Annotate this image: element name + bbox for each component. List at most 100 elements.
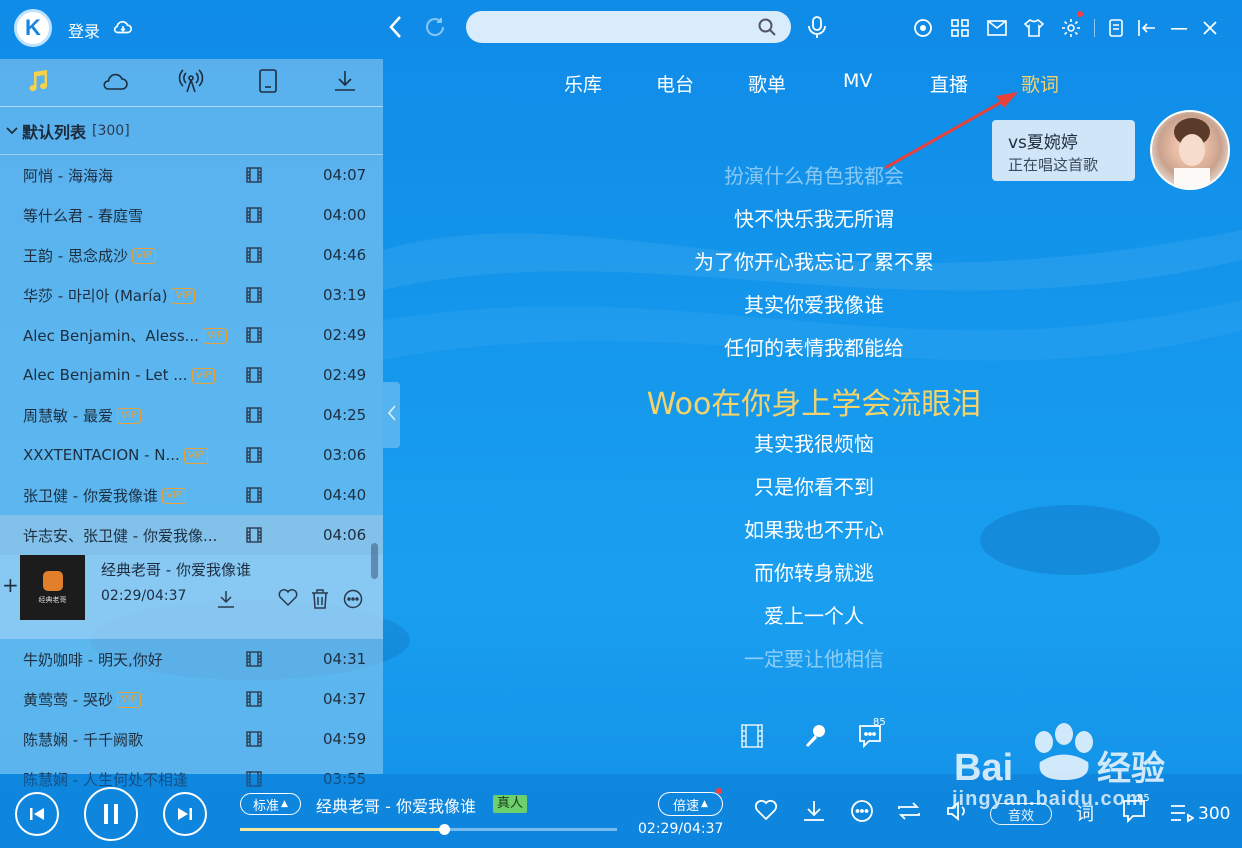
playlist-scrollbar[interactable] <box>371 543 378 579</box>
main-nav: 乐库 电台 歌单 MV 直播 歌词 <box>0 70 1242 100</box>
close-icon[interactable] <box>1195 16 1225 40</box>
like-heart-icon[interactable] <box>754 799 778 825</box>
tab-lyrics[interactable]: 歌词 <box>1021 70 1059 97</box>
mv-icon[interactable] <box>246 207 262 227</box>
lyric-line: 一定要让他相信 <box>744 647 884 671</box>
mv-icon[interactable] <box>246 731 262 751</box>
mv-icon[interactable] <box>246 407 262 427</box>
playlist-queue-icon[interactable] <box>1170 803 1195 827</box>
svg-text:Bai: Bai <box>954 747 1013 789</box>
app-logo[interactable]: K <box>14 9 52 47</box>
record-icon[interactable] <box>904 16 941 40</box>
back-arrow-icon[interactable] <box>387 14 405 44</box>
mv-icon[interactable] <box>246 447 262 467</box>
mv-icon[interactable] <box>246 167 262 187</box>
vip-badge: VIP <box>183 447 208 464</box>
song-row[interactable]: Alec Benjamin - Let ... VIP 02:49 <box>0 355 383 395</box>
mini-mode-icon[interactable] <box>1101 16 1131 40</box>
song-row[interactable]: 华莎 - 마리아 (María) VIP 03:19 <box>0 275 383 315</box>
song-row[interactable]: 王韵 - 思念成沙 VIP 04:46 <box>0 235 383 275</box>
mv-icon[interactable] <box>246 367 262 387</box>
lyric-line: 其实你爱我像谁 <box>744 293 884 317</box>
now-playing-title[interactable]: 经典老哥 - 你爱我像谁 <box>316 793 476 817</box>
song-row[interactable]: 陈慧娴 - 千千阙歌 04:59 <box>0 719 383 759</box>
mv-icon[interactable] <box>246 691 262 711</box>
minimize-icon[interactable] <box>1163 16 1195 40</box>
dock-icon[interactable] <box>1131 16 1163 40</box>
song-row[interactable]: 黄莺莺 - 哭砂 VIP 04:37 <box>0 679 383 719</box>
mv-icon[interactable] <box>246 327 262 347</box>
download-icon[interactable] <box>802 799 826 827</box>
mv-icon[interactable] <box>246 527 262 547</box>
song-duration: 04:07 <box>323 166 367 184</box>
refresh-icon[interactable] <box>423 15 447 43</box>
mv-icon[interactable] <box>246 247 262 267</box>
song-row[interactable]: 周慧敏 - 最爱 VIP 04:25 <box>0 395 383 435</box>
lyric-line: 其实我很烦恼 <box>754 432 874 456</box>
song-row[interactable]: XXXTENTACION - N... VIP 03:06 <box>0 435 383 475</box>
svg-text:经验: 经验 <box>1097 749 1165 789</box>
settings-gear-icon[interactable] <box>1052 11 1089 40</box>
mv-icon[interactable] <box>246 651 262 671</box>
collapse-panel-button[interactable] <box>383 382 400 448</box>
song-name: 许志安、张卫健 - 你爱我像... <box>23 526 218 545</box>
song-name: XXXTENTACION - N... VIP <box>23 446 208 464</box>
karaoke-mic-icon[interactable] <box>803 724 827 752</box>
vip-badge: VIP <box>171 288 196 304</box>
playing-song-time: 02:29/04:37 <box>101 588 187 604</box>
song-name: 等什么君 - 春庭雪 <box>23 206 143 225</box>
like-heart-icon[interactable] <box>278 589 298 611</box>
search-input[interactable] <box>466 11 746 43</box>
search-icon[interactable] <box>757 17 777 41</box>
login-link[interactable]: 登录 <box>68 18 100 42</box>
speed-select[interactable]: 倍速 ▲ <box>658 788 723 816</box>
song-duration: 04:59 <box>323 730 367 748</box>
tab-library[interactable]: 乐库 <box>564 70 602 97</box>
progress-handle[interactable] <box>438 824 450 835</box>
voice-search-icon[interactable] <box>806 15 828 43</box>
search-box[interactable] <box>466 11 791 43</box>
pause-button[interactable] <box>84 787 138 841</box>
previous-button[interactable] <box>15 792 59 836</box>
repeat-mode-icon[interactable] <box>896 799 922 827</box>
apps-grid-icon[interactable] <box>941 16 978 40</box>
playlist-header[interactable]: 默认列表 [300] <box>0 107 383 155</box>
mv-icon[interactable] <box>246 287 262 307</box>
add-icon[interactable]: + <box>2 573 19 597</box>
delete-trash-icon[interactable] <box>311 589 329 613</box>
singer-name: vs夏婉婷 <box>1008 133 1078 153</box>
tab-radio-station[interactable]: 电台 <box>656 70 694 97</box>
cloud-sync-icon[interactable] <box>112 16 134 42</box>
quality-select[interactable]: 标准 ▲ <box>240 793 301 815</box>
lyric-line: 如果我也不开心 <box>744 518 884 542</box>
song-row[interactable]: 阿悄 - 海海海 04:07 <box>0 155 383 195</box>
tab-live[interactable]: 直播 <box>930 70 968 97</box>
song-name: Alec Benjamin - Let ... VIP <box>23 366 216 384</box>
download-icon[interactable] <box>216 589 236 613</box>
song-row[interactable]: Alec Benjamin、Aless... VIP 02:49 <box>0 315 383 355</box>
tab-mv[interactable]: MV <box>843 70 872 92</box>
song-row[interactable]: 牛奶咖啡 - 明天,你好 04:31 <box>0 639 383 679</box>
more-options-icon[interactable] <box>850 799 874 827</box>
singer-subtitle: 正在唱这首歌 <box>1008 156 1099 174</box>
tab-playlists[interactable]: 歌单 <box>748 70 786 97</box>
more-options-icon[interactable] <box>343 589 363 613</box>
song-row[interactable]: 许志安、张卫健 - 你爱我像... 04:06 <box>0 515 383 555</box>
now-playing-row[interactable]: + 经典老哥 经典老哥 - 你爱我像谁 02:29/04:37 <box>0 555 383 639</box>
song-row[interactable]: 等什么君 - 春庭雪 04:00 <box>0 195 383 235</box>
skin-shirt-icon[interactable] <box>1015 16 1052 40</box>
song-duration: 02:49 <box>323 366 367 384</box>
song-row[interactable]: 张卫健 - 你爱我像谁 VIP 04:40 <box>0 475 383 515</box>
song-name: 王韵 - 思念成沙 VIP <box>23 245 156 266</box>
singer-avatar[interactable] <box>1150 110 1230 190</box>
next-button[interactable] <box>163 792 207 836</box>
mv-film-icon[interactable] <box>741 724 763 752</box>
mail-icon[interactable] <box>978 16 1015 40</box>
song-name: 黄莺莺 - 哭砂 VIP <box>23 689 141 710</box>
comment-icon[interactable] <box>858 724 884 752</box>
left-panel: 默认列表 [300] 阿悄 - 海海海 04:07 等什么君 - 春庭雪 04:00 王… <box>0 59 383 789</box>
mv-icon[interactable] <box>246 487 262 507</box>
vip-badge: VIP <box>116 692 141 708</box>
lyric-line: 而你转身就逃 <box>754 561 874 585</box>
progress-bar[interactable] <box>240 824 617 835</box>
